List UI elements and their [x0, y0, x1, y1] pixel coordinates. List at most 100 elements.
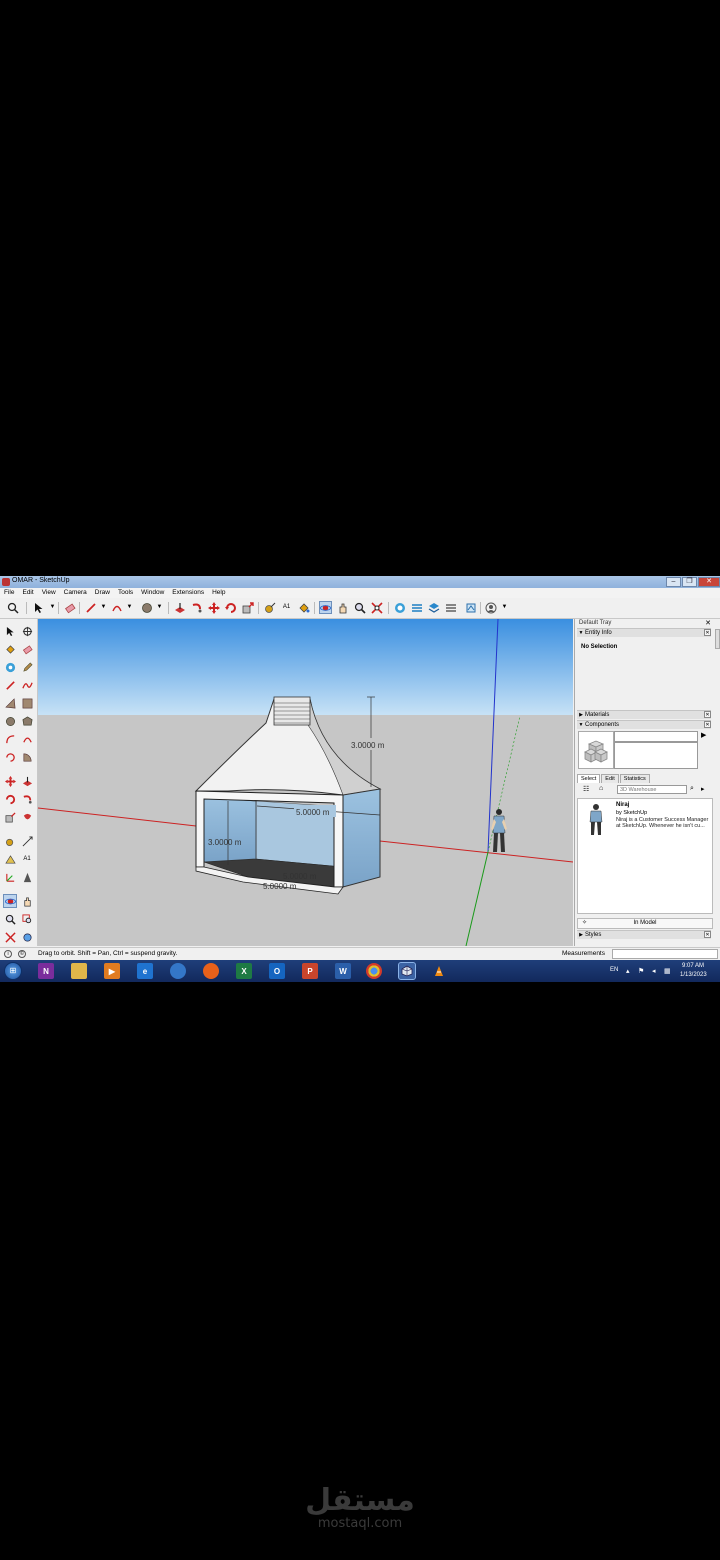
- shape-dropdown-icon[interactable]: ▼: [153, 601, 166, 614]
- warehouse-search-input[interactable]: 3D Warehouse: [617, 785, 687, 794]
- circle-tool-icon[interactable]: [3, 714, 17, 728]
- in-model-bar[interactable]: ✧ In Model: [577, 918, 713, 929]
- layout-icon[interactable]: [464, 601, 477, 614]
- two-point-arc-tool-icon[interactable]: [20, 732, 34, 746]
- show-hidden-icons-icon[interactable]: ▴: [626, 967, 630, 975]
- pan-icon[interactable]: [336, 601, 349, 614]
- account-dropdown-icon[interactable]: ▼: [498, 601, 511, 614]
- menu-view[interactable]: View: [38, 588, 60, 598]
- layers-icon[interactable]: [427, 601, 440, 614]
- pin-icon[interactable]: ✕: [705, 619, 711, 627]
- media-player-icon[interactable]: ▶: [104, 963, 120, 979]
- pencil-tool-icon[interactable]: [20, 660, 34, 674]
- pushpull-icon[interactable]: [173, 601, 186, 614]
- polygon-tool-icon[interactable]: [20, 714, 34, 728]
- result-thumbnail[interactable]: [581, 802, 611, 836]
- component-description-field[interactable]: [614, 742, 698, 769]
- paint-bucket-icon[interactable]: [297, 601, 310, 614]
- firefox-icon[interactable]: [203, 963, 219, 979]
- geolocation-icon[interactable]: i: [4, 950, 12, 958]
- components-panel-header[interactable]: ▼ Components ✕: [577, 720, 711, 729]
- pie-tool-icon[interactable]: [20, 750, 34, 764]
- tab-statistics[interactable]: Statistics: [619, 774, 650, 783]
- account-icon[interactable]: [484, 601, 497, 614]
- zoom-tool-icon[interactable]: [3, 912, 17, 926]
- internet-explorer-icon[interactable]: e: [137, 963, 153, 979]
- flag-icon[interactable]: ⚑: [638, 967, 644, 975]
- scale-tool-icon[interactable]: [3, 810, 17, 824]
- tape-measure-icon[interactable]: [263, 601, 276, 614]
- position-camera-tool-icon[interactable]: [20, 930, 34, 944]
- menu-help[interactable]: Help: [208, 588, 229, 598]
- edge-icon[interactable]: [170, 963, 186, 979]
- clock-time[interactable]: 9:07 AM: [682, 963, 704, 969]
- component-name-field[interactable]: [614, 731, 698, 742]
- excel-icon[interactable]: X: [236, 963, 252, 979]
- move-icon[interactable]: [207, 601, 220, 614]
- orbit-tool-icon[interactable]: [3, 894, 17, 908]
- close-button[interactable]: ✕: [698, 577, 720, 587]
- freehand-tool-icon[interactable]: [20, 678, 34, 692]
- result-title[interactable]: Niraj: [616, 802, 629, 808]
- pan-tool-icon[interactable]: [20, 894, 34, 908]
- file-explorer-icon[interactable]: [71, 963, 87, 979]
- style-builder-icon[interactable]: [444, 601, 457, 614]
- arc-icon[interactable]: [110, 601, 123, 614]
- network-icon[interactable]: ▦: [664, 967, 671, 975]
- measurements-input[interactable]: [612, 949, 718, 959]
- menu-file[interactable]: File: [0, 588, 18, 598]
- maximize-button[interactable]: ❐: [682, 577, 697, 587]
- axes-tool-icon[interactable]: [3, 870, 17, 884]
- menu-window[interactable]: Window: [137, 588, 168, 598]
- chrome-icon[interactable]: [366, 963, 382, 979]
- minimize-button[interactable]: –: [666, 577, 681, 587]
- dimension-width-floor[interactable]: 5.0000 m: [263, 882, 297, 891]
- menu-draw[interactable]: Draw: [91, 588, 114, 598]
- close-panel-icon[interactable]: ✕: [704, 721, 711, 728]
- scale-icon[interactable]: [241, 601, 254, 614]
- tray-scrollbar[interactable]: [715, 629, 720, 649]
- navigate-icon[interactable]: ✧: [582, 919, 587, 928]
- shape-icon[interactable]: [140, 601, 153, 614]
- warehouse-tool-icon[interactable]: [3, 660, 17, 674]
- close-panel-icon[interactable]: ✕: [704, 931, 711, 938]
- menu-extensions[interactable]: Extensions: [168, 588, 208, 598]
- eraser-tool-icon[interactable]: [20, 642, 34, 656]
- clock-date[interactable]: 1/13/2023: [680, 972, 707, 978]
- details-arrow-icon[interactable]: ▶: [701, 731, 706, 739]
- select-tool-icon[interactable]: [3, 624, 17, 638]
- outlook-icon[interactable]: O: [269, 963, 285, 979]
- view-options-icon[interactable]: ☷: [583, 785, 589, 793]
- warehouse-icon[interactable]: [393, 601, 406, 614]
- text-tool-icon[interactable]: A1: [20, 852, 34, 866]
- search-icon[interactable]: [6, 601, 19, 614]
- line-tool-icon[interactable]: [3, 678, 17, 692]
- tape-measure-tool-icon[interactable]: [3, 834, 17, 848]
- tab-select[interactable]: Select: [577, 774, 601, 783]
- navigate-forward-icon[interactable]: ▸: [701, 785, 705, 793]
- search-icon[interactable]: ⌕: [690, 785, 694, 793]
- line-dropdown-icon[interactable]: ▼: [97, 601, 110, 614]
- text-icon[interactable]: A1: [280, 601, 293, 614]
- zoom-extents-icon[interactable]: [370, 601, 383, 614]
- rotated-rectangle-tool-icon[interactable]: [20, 696, 34, 710]
- zoom-extents-tool-icon[interactable]: [3, 930, 17, 944]
- followme-tool-icon[interactable]: [20, 792, 34, 806]
- zoom-icon[interactable]: [353, 601, 366, 614]
- dimension-tool-icon[interactable]: [20, 834, 34, 848]
- entity-info-panel-header[interactable]: ▼ Entity Info ✕: [577, 628, 711, 637]
- followme-icon[interactable]: [190, 601, 203, 614]
- styles-panel-header[interactable]: ▶ Styles ✕: [577, 930, 711, 939]
- offset-tool-icon[interactable]: [20, 810, 34, 824]
- materials-panel-header[interactable]: ▶ Materials ✕: [577, 710, 711, 719]
- rectangle-tool-icon[interactable]: [3, 696, 17, 710]
- section-plane-tool-icon[interactable]: [20, 870, 34, 884]
- protractor-tool-icon[interactable]: [3, 852, 17, 866]
- arc-tool-icon[interactable]: [3, 732, 17, 746]
- arc-dropdown-icon[interactable]: ▼: [123, 601, 136, 614]
- close-panel-icon[interactable]: ✕: [704, 629, 711, 636]
- vlc-icon[interactable]: [431, 963, 447, 979]
- volume-icon[interactable]: ◂: [652, 967, 656, 975]
- eraser-icon[interactable]: [63, 601, 76, 614]
- powerpoint-icon[interactable]: P: [302, 963, 318, 979]
